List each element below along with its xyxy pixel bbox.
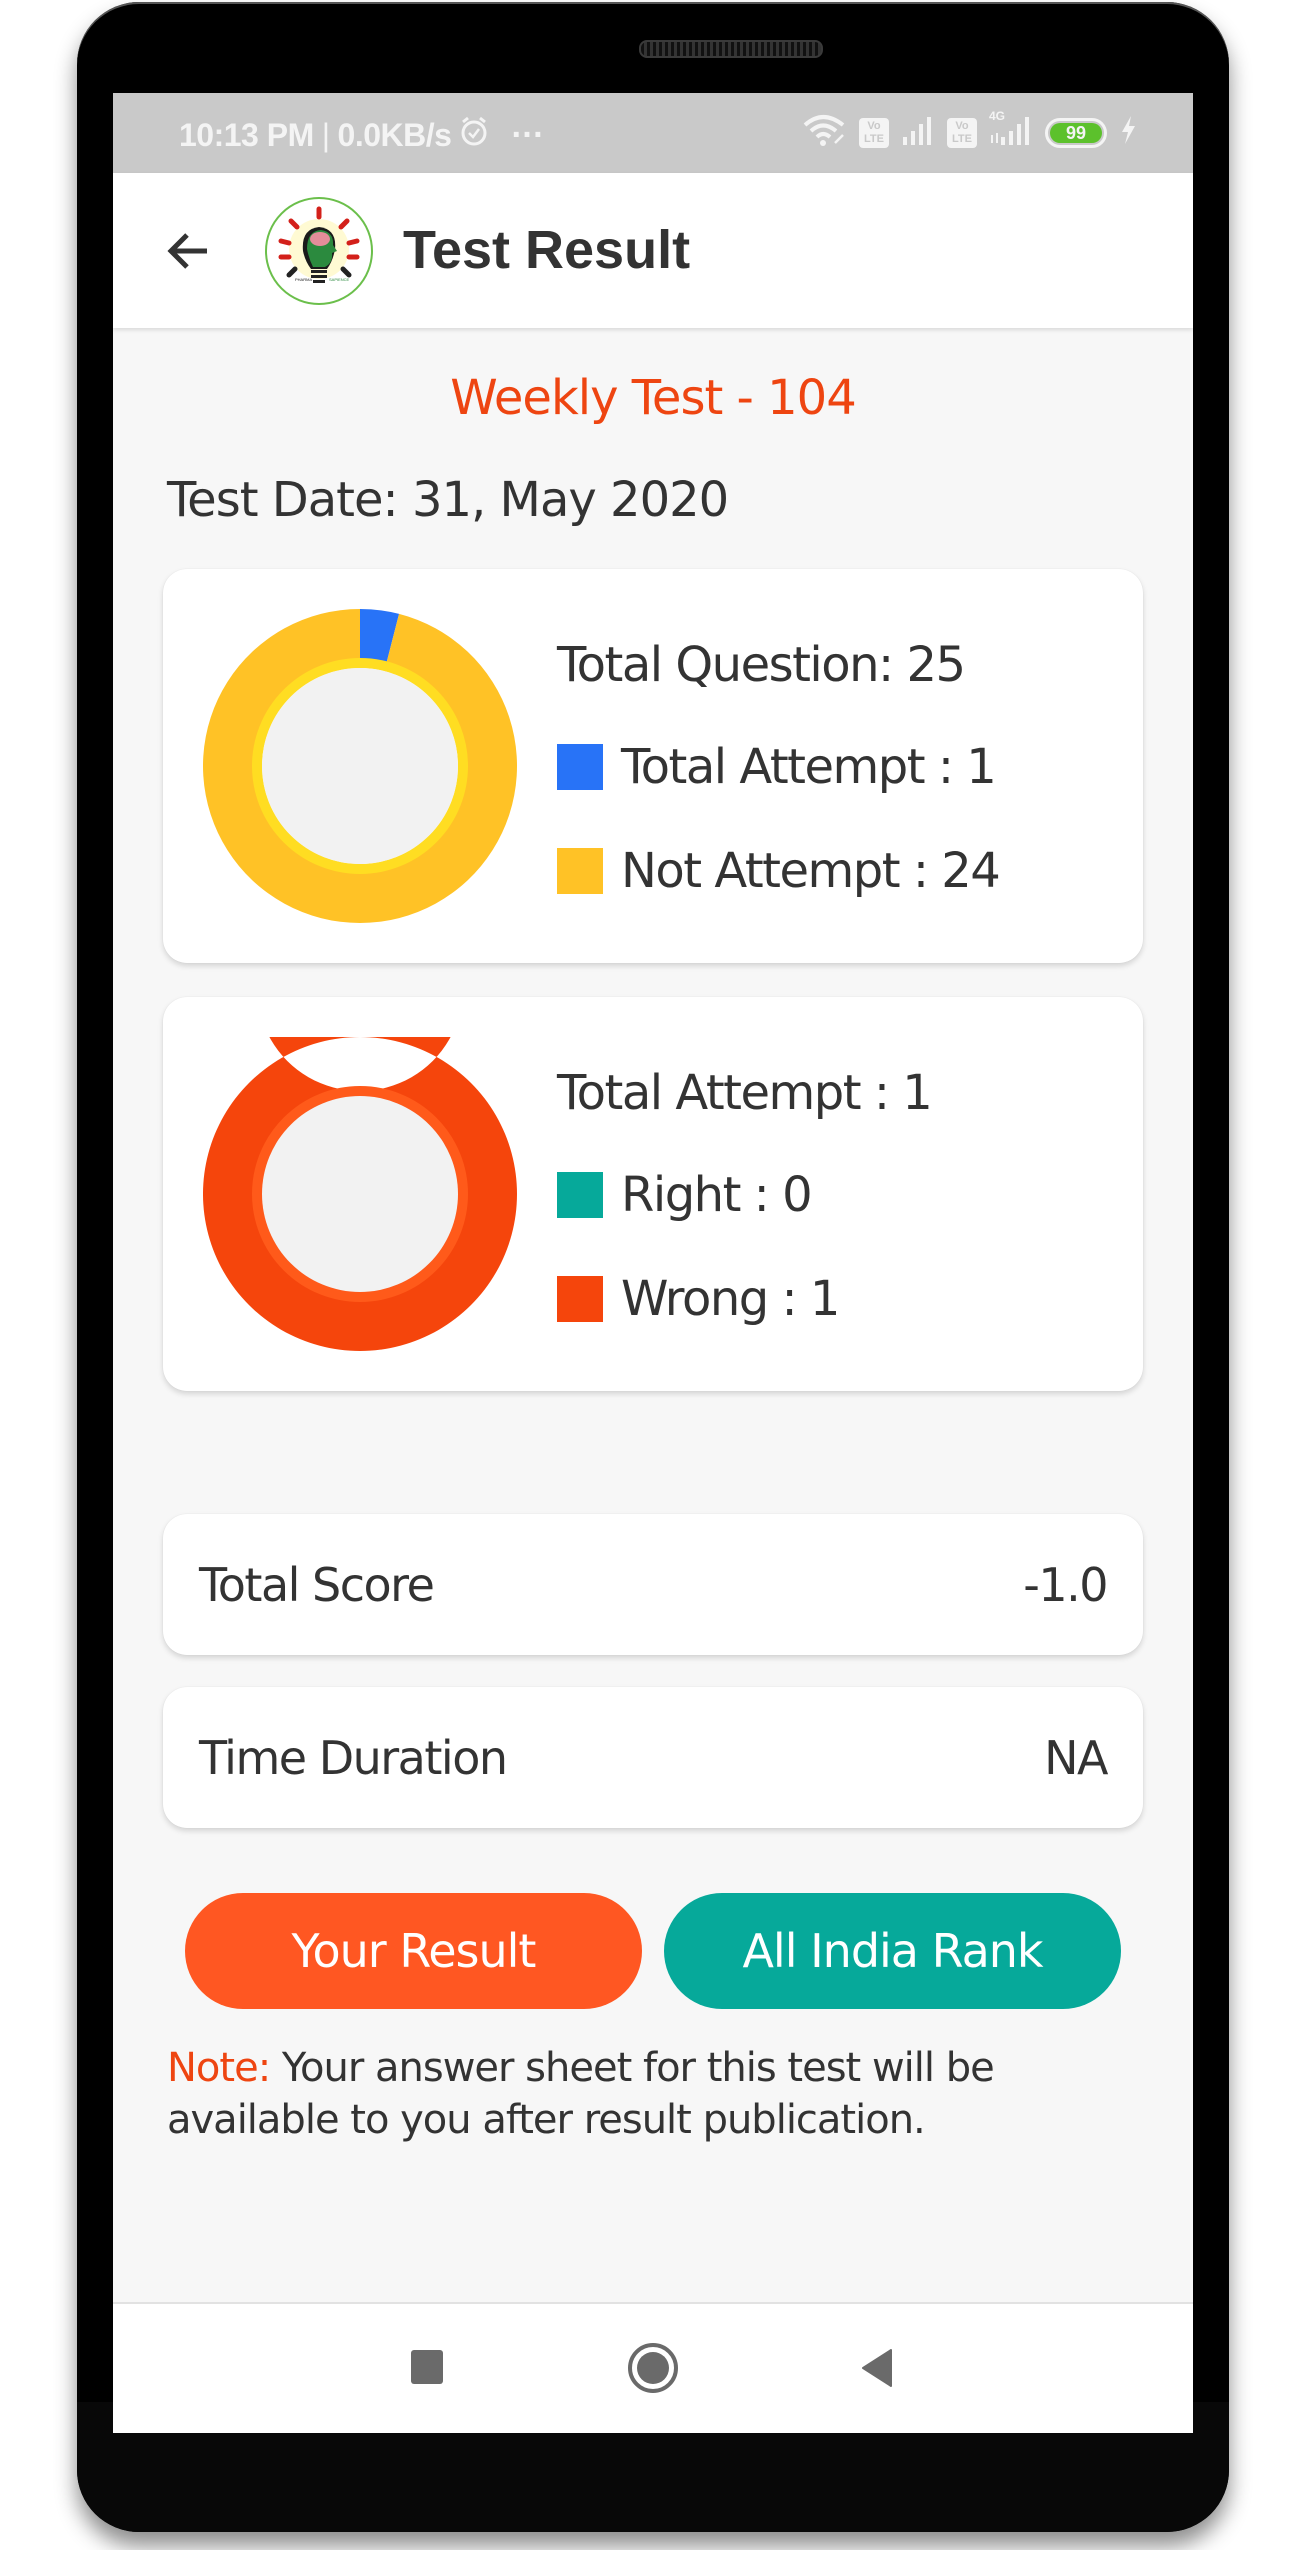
speaker-grille bbox=[639, 40, 823, 58]
lightbulb-brain-logo-icon: PHARMA SAPIENCE bbox=[278, 206, 360, 283]
volte-icon-2: Vo LTE bbox=[947, 117, 977, 148]
accuracy-donut-chart bbox=[203, 1037, 517, 1351]
legend-swatch-yellow bbox=[557, 848, 603, 894]
status-separator: | bbox=[321, 116, 330, 153]
svg-text:PHARMA: PHARMA bbox=[295, 277, 312, 282]
alarm-icon bbox=[459, 115, 489, 155]
status-more: ··· bbox=[511, 115, 544, 154]
donut-hole bbox=[262, 1096, 458, 1292]
time-duration-label: Time Duration bbox=[199, 1730, 508, 1785]
accuracy-chart-card: Total Attempt : 1 Right : 0 Wrong : 1 bbox=[163, 997, 1143, 1391]
home-button[interactable] bbox=[623, 2338, 683, 2398]
attempt-chart-card: Total Question: 25 Total Attempt : 1 Not… bbox=[163, 569, 1143, 963]
test-date: Test Date: 31, May 2020 bbox=[167, 472, 729, 528]
total-score-card: Total Score -1.0 bbox=[163, 1514, 1143, 1655]
home-icon bbox=[628, 2343, 678, 2393]
battery-icon: 99 bbox=[1045, 117, 1107, 148]
time-duration-card: Time Duration NA bbox=[163, 1687, 1143, 1828]
screen: 10:13 PM | 0.0KB/s ··· Vo LTE Vo LTE 4G 99 bbox=[113, 93, 1193, 2433]
legend-label: Total Attempt : 1 bbox=[621, 739, 997, 795]
test-name: Weekly Test - 104 bbox=[450, 370, 856, 426]
status-net-speed: 0.0KB/s bbox=[337, 116, 452, 153]
signal-icon bbox=[901, 115, 935, 150]
legend-title: Total Attempt : 1 bbox=[557, 1065, 933, 1121]
total-score-value: -1.0 bbox=[1023, 1557, 1108, 1612]
back-button[interactable] bbox=[161, 223, 217, 279]
legend-item-wrong: Wrong : 1 bbox=[557, 1271, 840, 1327]
attempt-donut-chart bbox=[203, 609, 517, 923]
status-left: 10:13 PM | 0.0KB/s ··· bbox=[179, 115, 544, 155]
donut-hole bbox=[262, 668, 458, 864]
status-time: 10:13 PM bbox=[179, 116, 314, 153]
signal-4g-icon: 4G bbox=[989, 109, 1033, 150]
app-bar: PHARMA SAPIENCE Test Result bbox=[113, 173, 1193, 328]
your-result-button[interactable]: Your Result bbox=[185, 1893, 642, 2009]
volte-icon: Vo LTE bbox=[859, 117, 889, 148]
note-label: Note: bbox=[167, 2045, 271, 2091]
note-text: Your answer sheet for this test will be … bbox=[167, 2045, 995, 2143]
legend-label: Wrong : 1 bbox=[621, 1271, 840, 1327]
legend-label: Right : 0 bbox=[621, 1167, 813, 1223]
legend-item-right: Right : 0 bbox=[557, 1167, 813, 1223]
svg-text:SAPIENCE: SAPIENCE bbox=[329, 277, 350, 282]
status-right: Vo LTE Vo LTE 4G 99 bbox=[803, 109, 1137, 152]
system-nav-bar bbox=[113, 2302, 1193, 2433]
legend-title: Total Question: 25 bbox=[557, 637, 966, 693]
legend-swatch-orange bbox=[557, 1276, 603, 1322]
recents-button[interactable] bbox=[397, 2338, 457, 2398]
wifi-icon bbox=[803, 113, 847, 152]
app-logo: PHARMA SAPIENCE bbox=[265, 197, 373, 305]
legend-swatch-blue bbox=[557, 744, 603, 790]
time-duration-value: NA bbox=[1044, 1730, 1108, 1785]
all-india-rank-button[interactable]: All India Rank bbox=[664, 1893, 1121, 2009]
status-bar: 10:13 PM | 0.0KB/s ··· Vo LTE Vo LTE 4G 99 bbox=[113, 93, 1193, 173]
note: Note: Your answer sheet for this test wi… bbox=[167, 2042, 1147, 2146]
page-title: Test Result bbox=[403, 220, 691, 280]
back-nav-button[interactable] bbox=[847, 2338, 907, 2398]
battery-level: 99 bbox=[1050, 122, 1102, 143]
legend-item-attempted: Total Attempt : 1 bbox=[557, 739, 997, 795]
legend-swatch-teal bbox=[557, 1172, 603, 1218]
legend-item-not-attempted: Not Attempt : 24 bbox=[557, 843, 1001, 899]
recents-icon bbox=[411, 2350, 443, 2384]
back-icon bbox=[862, 2349, 892, 2387]
legend-label: Not Attempt : 24 bbox=[621, 843, 1001, 899]
total-score-label: Total Score bbox=[199, 1557, 435, 1612]
charging-icon bbox=[1119, 115, 1137, 150]
arrow-left-icon bbox=[167, 233, 207, 269]
